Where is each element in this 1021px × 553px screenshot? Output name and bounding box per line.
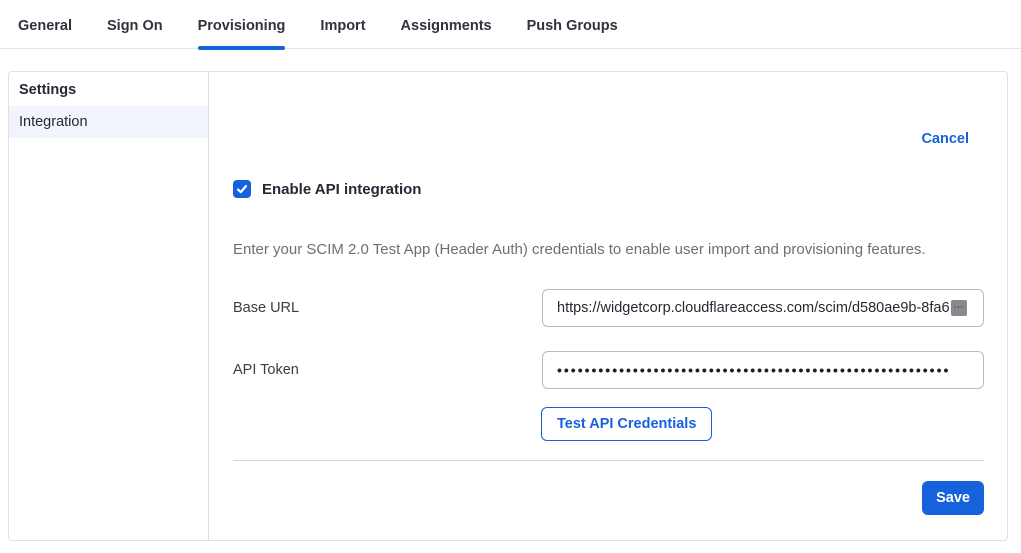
tab-general[interactable]: General [18,18,72,48]
base-url-field-row: Base URL https://widgetcorp.cloudflareac… [233,289,984,327]
api-token-label: API Token [233,362,542,378]
tab-bar: General Sign On Provisioning Import Assi… [0,0,1021,49]
save-row: Save [233,481,984,515]
sidebar-heading: Settings [9,72,208,106]
save-button[interactable]: Save [922,481,984,515]
api-token-input[interactable]: ••••••••••••••••••••••••••••••••••••••••… [542,351,984,389]
test-credentials-row: Test API Credentials [233,407,984,441]
text-overflow-marker-icon: ⋯ [951,300,967,316]
enable-api-integration-checkbox[interactable] [233,180,251,198]
credentials-description: Enter your SCIM 2.0 Test App (Header Aut… [233,241,984,258]
footer-divider [233,460,984,461]
sidebar-item-integration[interactable]: Integration [9,106,208,138]
base-url-input[interactable]: https://widgetcorp.cloudflareaccess.com/… [542,289,984,327]
api-token-field-row: API Token ••••••••••••••••••••••••••••••… [233,351,984,389]
tab-import[interactable]: Import [320,18,365,48]
tab-sign-on[interactable]: Sign On [107,18,163,48]
enable-api-integration-label: Enable API integration [262,181,421,198]
test-api-credentials-button[interactable]: Test API Credentials [541,407,712,441]
api-token-masked-value: ••••••••••••••••••••••••••••••••••••••••… [557,362,950,378]
base-url-value: https://widgetcorp.cloudflareaccess.com/… [557,300,950,316]
settings-sidebar: Settings Integration [9,72,209,540]
integration-settings-form: Cancel Enable API integration Enter your… [209,72,1008,540]
cancel-row: Cancel [233,72,984,148]
tab-provisioning[interactable]: Provisioning [198,18,286,48]
enable-api-integration-row: Enable API integration [233,180,984,198]
base-url-label: Base URL [233,300,542,316]
tab-assignments[interactable]: Assignments [401,18,492,48]
provisioning-panel: Settings Integration Cancel Enable API i… [8,71,1008,541]
checkmark-icon [236,183,248,195]
cancel-link[interactable]: Cancel [921,131,969,147]
tab-push-groups[interactable]: Push Groups [527,18,618,48]
